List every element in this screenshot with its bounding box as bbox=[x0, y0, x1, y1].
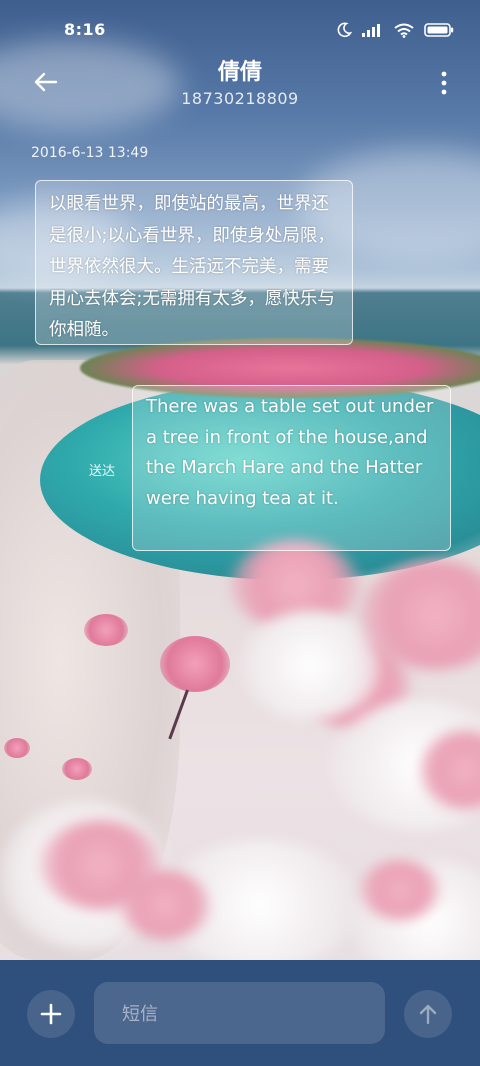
outgoing-message-bubble[interactable]: There was a table set out under a tree i… bbox=[132, 385, 451, 551]
add-attachment-button[interactable] bbox=[27, 990, 75, 1038]
status-bar: 8:16 bbox=[0, 0, 480, 62]
message-input[interactable]: 短信 bbox=[94, 982, 385, 1044]
more-vertical-icon bbox=[441, 71, 447, 95]
arrow-up-icon bbox=[419, 1004, 437, 1025]
wifi-icon bbox=[394, 23, 414, 38]
moon-icon bbox=[337, 22, 352, 38]
contact-number: 18730218809 bbox=[181, 89, 299, 108]
message-timestamp: 2016-6-13 13:49 bbox=[31, 145, 149, 161]
plus-icon bbox=[40, 1003, 62, 1025]
send-button[interactable] bbox=[404, 990, 452, 1038]
message-input-bar: 短信 bbox=[0, 960, 480, 1066]
delivery-status: 送达 bbox=[89, 464, 116, 479]
message-input-placeholder: 短信 bbox=[122, 1004, 158, 1025]
more-options-button[interactable] bbox=[438, 70, 450, 96]
status-icons bbox=[336, 22, 454, 38]
contact-name: 倩倩 bbox=[217, 60, 262, 85]
outgoing-message-text: There was a table set out under a tree i… bbox=[146, 396, 434, 509]
incoming-message-bubble[interactable]: 以眼看世界，即使站的最高，世界还是很小;以心看世界，即使身处局限，世界依然很大。… bbox=[35, 180, 353, 345]
signal-icon bbox=[362, 24, 380, 37]
incoming-message-text: 以眼看世界，即使站的最高，世界还是很小;以心看世界，即使身处局限，世界依然很大。… bbox=[49, 194, 335, 340]
status-time: 8:16 bbox=[64, 20, 106, 39]
conversation-header: 倩倩 18730218809 bbox=[0, 54, 480, 114]
battery-icon bbox=[424, 23, 454, 37]
